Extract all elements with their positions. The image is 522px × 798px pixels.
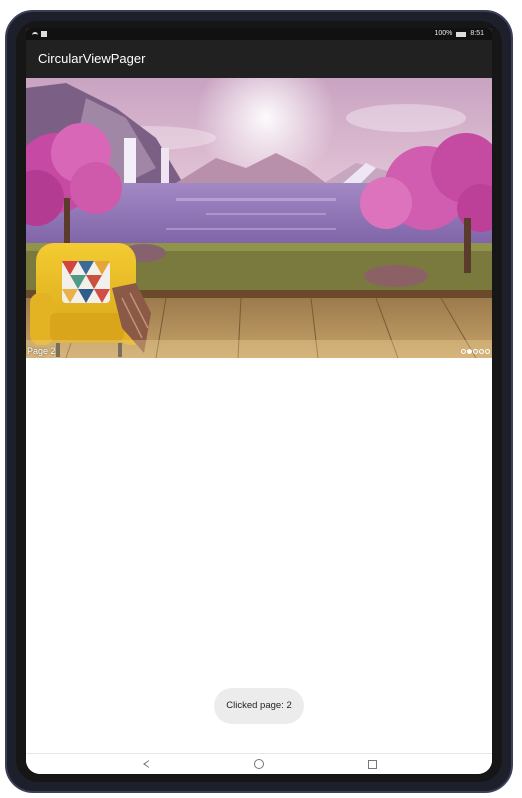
- system-nav-bar: [26, 753, 492, 774]
- status-right: 100% 8:51: [434, 28, 484, 40]
- page-indicator-dot[interactable]: [479, 349, 484, 354]
- page-indicator-dot[interactable]: [461, 349, 466, 354]
- device-screen: 100% 8:51 CircularViewPager Page 2 Click…: [26, 28, 492, 774]
- sim-icon: [41, 31, 47, 37]
- recents-square-icon: [368, 760, 377, 769]
- circular-view-pager[interactable]: Page 2: [26, 78, 492, 358]
- back-triangle-icon: [143, 760, 149, 768]
- toast-message: Clicked page: 2: [214, 688, 304, 724]
- page-label: Page 2: [27, 346, 56, 356]
- page-indicator-dot[interactable]: [485, 349, 490, 354]
- nav-home-button[interactable]: [253, 758, 265, 770]
- app-title: CircularViewPager: [38, 51, 146, 66]
- wifi-icon: [32, 31, 38, 37]
- nav-back-button[interactable]: [140, 758, 152, 770]
- status-left: [32, 28, 47, 40]
- home-circle-icon: [254, 759, 264, 769]
- page-indicator: [461, 349, 490, 354]
- status-time: 8:51: [470, 30, 484, 37]
- status-bar: 100% 8:51: [26, 28, 492, 40]
- battery-icon: [456, 31, 467, 37]
- page-indicator-dot-active[interactable]: [467, 349, 472, 354]
- app-bar: CircularViewPager: [26, 40, 492, 78]
- nav-recents-button[interactable]: [366, 758, 378, 770]
- page-indicator-dot[interactable]: [473, 349, 478, 354]
- battery-percent: 100%: [434, 30, 453, 37]
- landscape-image-icon: [26, 78, 492, 358]
